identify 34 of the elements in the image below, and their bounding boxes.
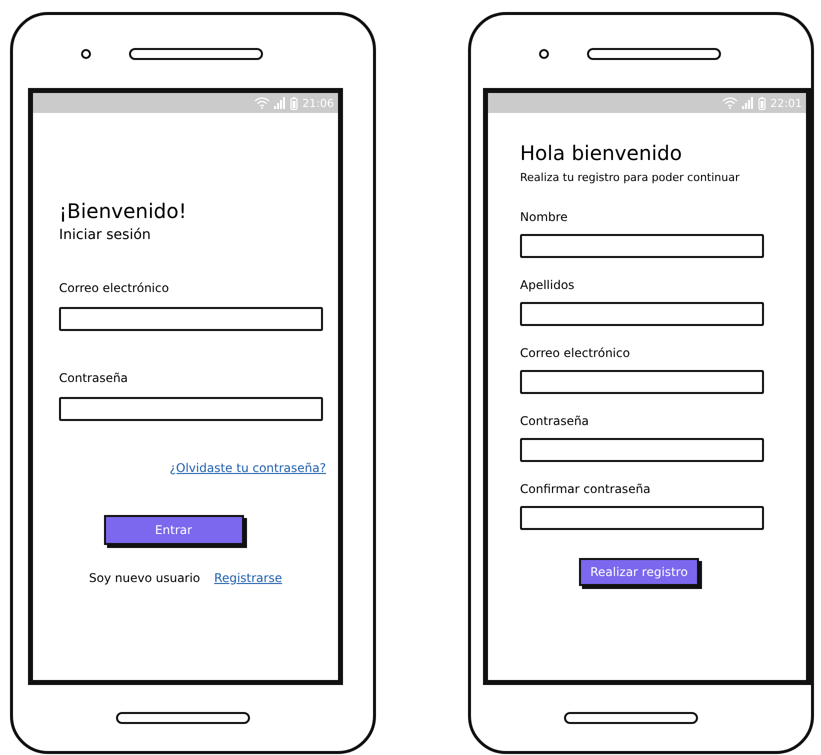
input-field[interactable] [520, 302, 764, 326]
screen-title: Hola bienvenido [520, 141, 683, 165]
field-label: Confirmar contraseña [520, 482, 652, 496]
input-field[interactable] [520, 370, 764, 394]
input-field[interactable] [520, 506, 764, 530]
battery-icon [290, 96, 298, 110]
input-field[interactable] [520, 438, 764, 462]
forgot-password-link[interactable]: ¿Olvidaste tu contraseña? [170, 461, 326, 475]
battery-icon [758, 96, 766, 110]
field-label: Apellidos [520, 278, 576, 292]
speaker-icon [129, 48, 263, 60]
field-label: Nombre [520, 210, 569, 224]
wifi-icon [254, 97, 270, 109]
screen-subtitle: Realiza tu registro para poder continuar [520, 171, 740, 184]
field-label: Correo electrónico [520, 346, 631, 360]
screen-subtitle: Iniciar sesión [59, 227, 152, 243]
field-label: Contraseña [59, 371, 129, 385]
home-bar-icon [116, 712, 250, 724]
input-field[interactable] [59, 397, 323, 421]
signal-icon [274, 97, 286, 109]
screen-title: ¡Bienvenido! [59, 199, 188, 223]
signal-icon [742, 97, 754, 109]
register-link[interactable]: Registrarse [214, 571, 282, 585]
wifi-icon [722, 97, 738, 109]
submit-button[interactable]: Realizar registro [579, 558, 699, 586]
camera-icon [81, 48, 91, 58]
speaker-icon [587, 48, 721, 60]
input-field[interactable] [520, 234, 764, 258]
home-bar-icon [564, 712, 698, 724]
footer-text: Soy nuevo usuario [89, 571, 200, 585]
field-label: Correo electrónico [59, 281, 170, 295]
camera-icon [539, 48, 549, 58]
field-label: Contraseña [520, 414, 590, 428]
input-field[interactable] [59, 307, 323, 331]
